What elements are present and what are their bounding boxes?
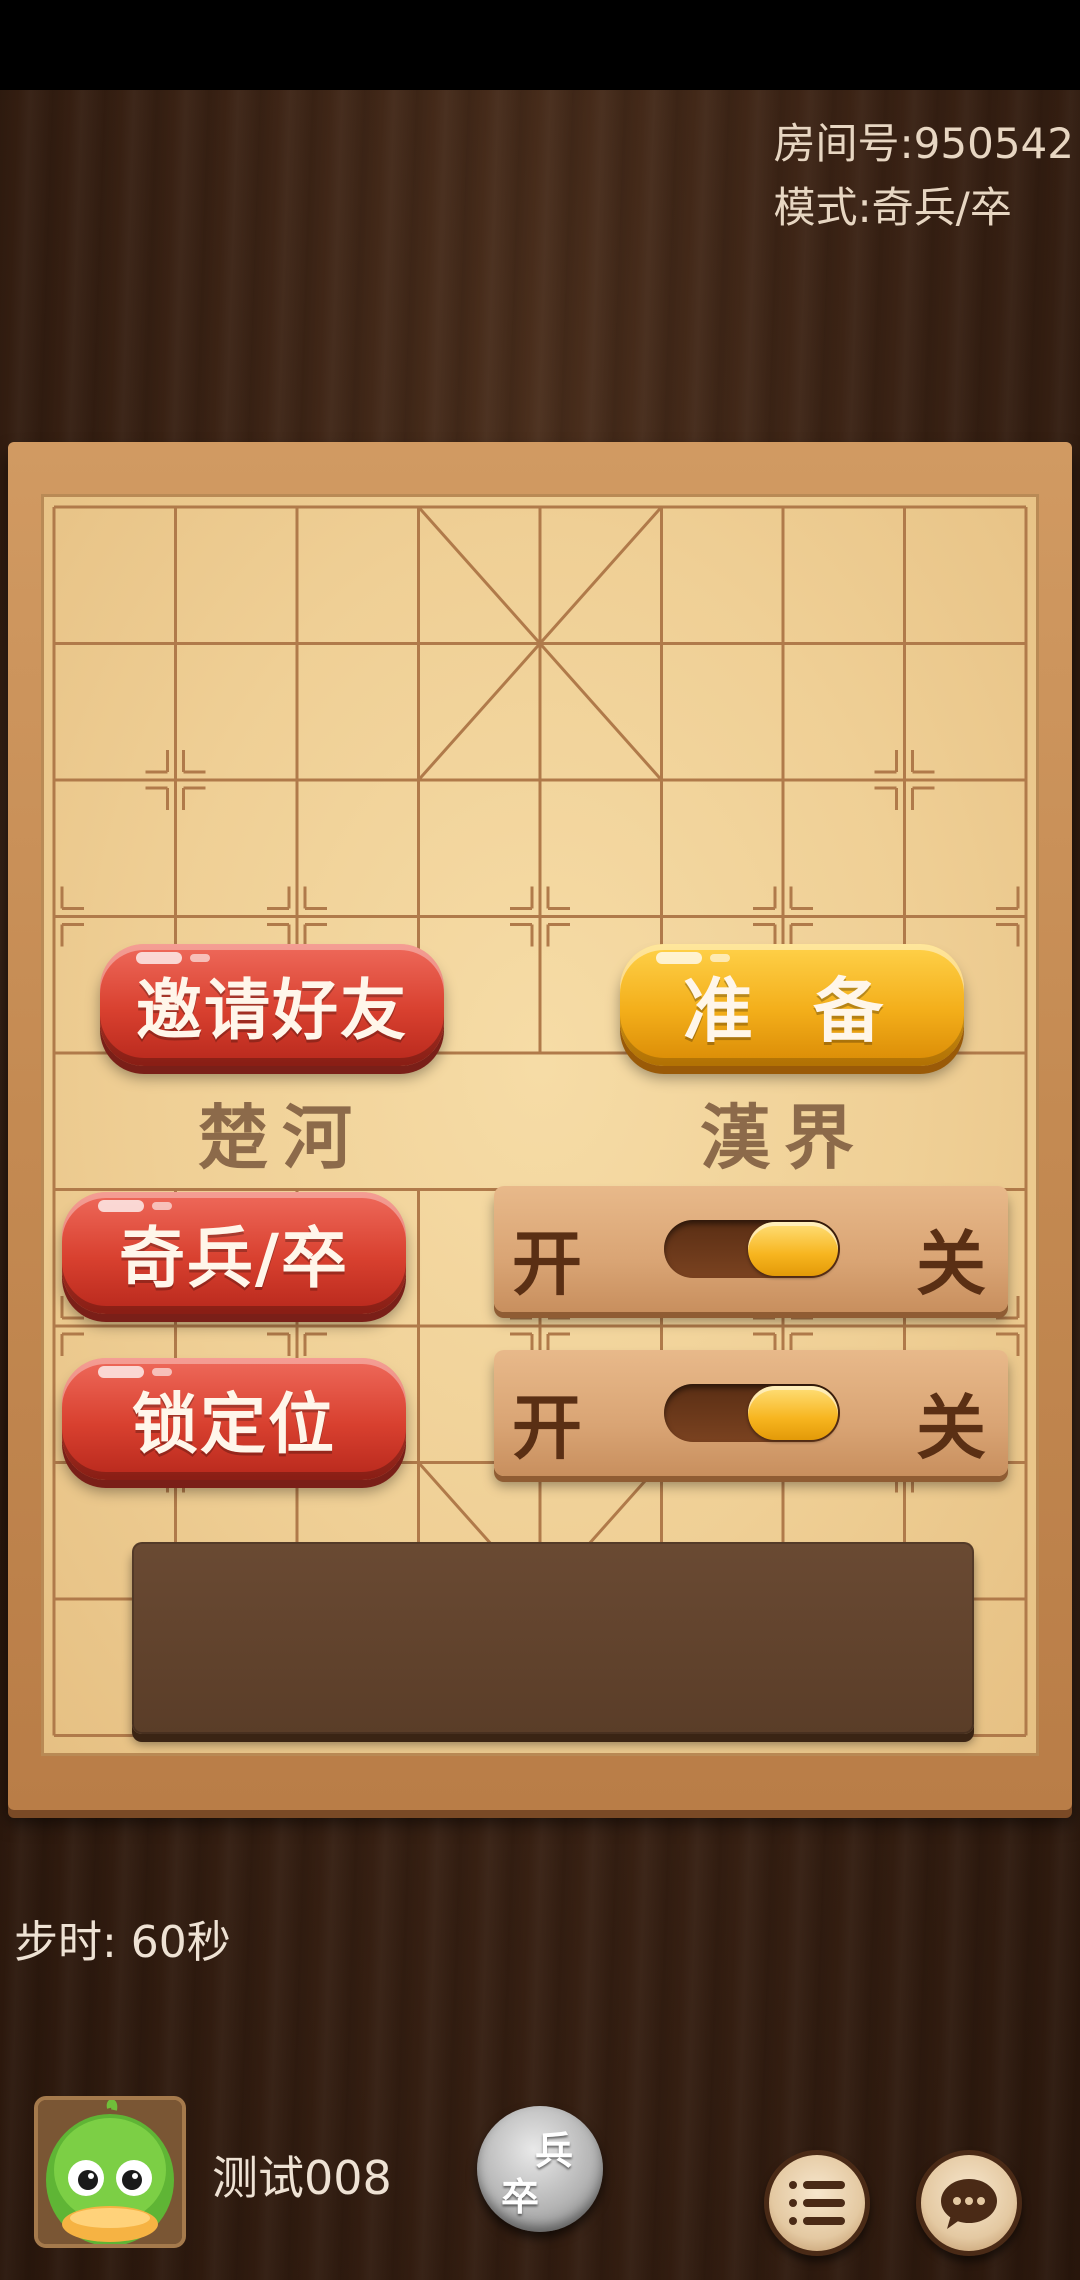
toggle-off-label: 关 <box>916 1223 986 1305</box>
qibing-mode-label: 奇兵/卒 <box>118 1220 350 1297</box>
lock-toggle-panel: 开 关 <box>494 1350 1008 1476</box>
invite-friends-label: 邀请好友 <box>136 972 408 1049</box>
button-shine <box>136 952 182 964</box>
room-number: 房间号:950542 <box>773 119 1074 168</box>
qibing-mode-button[interactable]: 奇兵/卒 <box>62 1192 406 1314</box>
step-time: 步时: 60秒 <box>14 1917 231 1968</box>
ready-label: 准 备 <box>682 969 902 1052</box>
status-bar <box>0 0 1080 90</box>
game-mode: 模式:奇兵/卒 <box>773 183 1012 232</box>
button-shine <box>152 1202 172 1210</box>
ready-button[interactable]: 准 备 <box>620 944 964 1066</box>
player-name: 测试008 <box>212 2151 392 2205</box>
chat-button[interactable] <box>916 2150 1022 2256</box>
toggle-off-label: 关 <box>916 1387 986 1469</box>
lock-toggle[interactable] <box>664 1384 840 1442</box>
button-shine <box>710 954 730 962</box>
piece-toggle-button[interactable]: 兵 卒 <box>477 2106 603 2232</box>
toggle-on-label: 开 <box>512 1223 582 1305</box>
invite-friends-button[interactable]: 邀请好友 <box>100 944 444 1066</box>
toggle-knob <box>748 1222 838 1276</box>
button-shine <box>152 1368 172 1376</box>
piece-bottom-char: 卒 <box>501 2175 540 2219</box>
menu-button[interactable] <box>764 2150 870 2256</box>
qibing-toggle-panel: 开 关 <box>494 1186 1008 1312</box>
button-shine <box>98 1200 144 1212</box>
river-right-text: 漢界 <box>700 1096 868 1179</box>
piece-top-char: 兵 <box>535 2129 574 2173</box>
button-shine <box>98 1366 144 1378</box>
player-avatar[interactable] <box>34 2096 186 2248</box>
toggle-knob <box>748 1386 838 1440</box>
river-left-text: 楚河 <box>198 1096 366 1179</box>
lock-position-button[interactable]: 锁定位 <box>62 1358 406 1480</box>
button-shine <box>656 952 702 964</box>
message-panel <box>132 1542 974 1734</box>
toggle-on-label: 开 <box>512 1387 582 1469</box>
button-shine <box>190 954 210 962</box>
menu-icon <box>789 2181 845 2225</box>
chat-icon <box>941 2179 997 2229</box>
duck-avatar-icon <box>38 2100 182 2244</box>
qibing-toggle[interactable] <box>664 1220 840 1278</box>
room-info: 房间号:950542 模式:奇兵/卒 <box>774 112 1074 240</box>
lock-position-label: 锁定位 <box>132 1386 336 1463</box>
